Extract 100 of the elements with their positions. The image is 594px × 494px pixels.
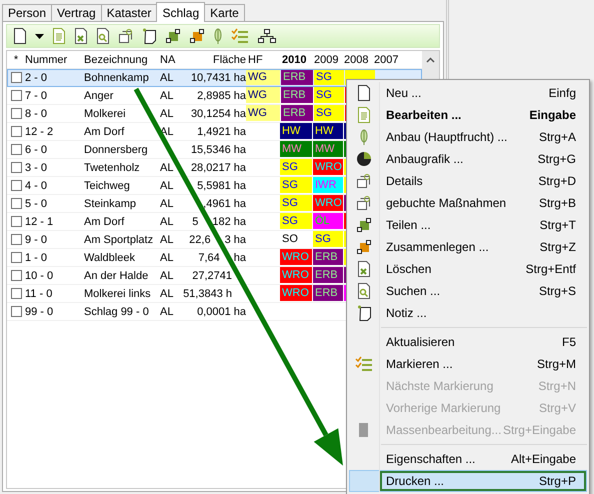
table-cell-text: AL: [160, 268, 174, 284]
new-document-icon[interactable]: [13, 28, 27, 44]
squares-icon[interactable]: [356, 217, 372, 233]
note-icon[interactable]: [356, 305, 372, 321]
table-cell-text: Schlag 99 - 0: [84, 304, 150, 320]
checkbox[interactable]: [10, 288, 22, 299]
checkbox[interactable]: [10, 144, 22, 155]
table-cell-text: AL: [160, 304, 174, 320]
table-cell-text: 28,0217 ha: [190, 160, 246, 176]
table-cell-text: 12 - 1: [25, 214, 54, 230]
squares-icon[interactable]: [189, 28, 205, 44]
window-icon[interactable]: [118, 28, 134, 44]
checkbox[interactable]: [10, 162, 22, 173]
crop-cell: WRO: [313, 195, 343, 211]
crop-cell: SG: [313, 231, 343, 247]
new-document-icon[interactable]: [357, 85, 371, 101]
checkbox[interactable]: [10, 108, 22, 119]
hierarchy-icon[interactable]: [257, 28, 277, 44]
caret-icon[interactable]: [35, 34, 44, 38]
checklist-icon[interactable]: [355, 356, 373, 372]
menu-item[interactable]: Markieren ... Strg+M: [349, 353, 587, 375]
plant-icon[interactable]: [359, 128, 369, 146]
crop-cell: SG: [280, 177, 312, 193]
column-header[interactable]: Fläche: [185, 51, 246, 68]
table-cell-text: An der Halde: [84, 268, 150, 284]
table-cell-text: Am Dorf: [84, 214, 126, 230]
table-cell-text: ,4961 ha: [202, 196, 246, 212]
table-cell-text: Am Sportplatz: [84, 232, 154, 248]
table-cell-text: AL: [160, 88, 174, 104]
column-header[interactable]: 2010: [280, 51, 312, 68]
checkbox[interactable]: [10, 216, 22, 227]
crop-cell: WG: [246, 105, 280, 121]
column-header[interactable]: 2009: [312, 51, 342, 68]
crop-cell: WG: [246, 87, 280, 103]
table-cell-text: 99 - 0: [25, 304, 54, 320]
table-cell-text: 3 - 0: [25, 160, 48, 176]
document-lines-icon[interactable]: [52, 28, 66, 44]
table-cell-text: AL: [160, 106, 174, 122]
table-cell-text: AL: [160, 160, 174, 176]
checkbox[interactable]: [10, 252, 22, 263]
table-cell-text: 5 182 ha: [191, 214, 246, 230]
table-cell-text: 4 - 0: [25, 178, 48, 194]
tab[interactable]: Karte: [204, 4, 245, 21]
crop-cell: ERB: [281, 69, 313, 85]
table-cell-text: Steinkamp: [84, 196, 137, 212]
table-cell-text: AL: [160, 178, 174, 194]
document-cross-icon[interactable]: [357, 261, 371, 277]
window-icon[interactable]: [356, 173, 372, 189]
pie-chart-icon[interactable]: [356, 151, 372, 167]
menu-item[interactable]: Drucken ... Strg+P: [349, 470, 587, 492]
table-cell-text: AL: [160, 196, 174, 212]
table-cell-text: Anger: [84, 88, 114, 104]
note-icon[interactable]: [142, 28, 157, 44]
table-cell-text: 11 - 0: [25, 286, 54, 302]
table-cell-text: AL: [160, 286, 174, 302]
checkbox[interactable]: [10, 198, 22, 209]
squares-icon[interactable]: [356, 239, 372, 255]
table-cell-text: 12 - 2: [25, 124, 54, 140]
menu-item[interactable]: Aktualisieren F5: [349, 331, 587, 353]
crop-cell: ERB: [313, 267, 343, 283]
scroll-up-icon[interactable]: [426, 57, 435, 63]
checkbox[interactable]: [10, 90, 22, 101]
table-row[interactable]: 2 - 0 Bohnenkamp AL 10,7431 ha WG ERB SG: [7, 69, 422, 87]
column-header[interactable]: Nummer: [25, 51, 84, 68]
checkbox[interactable]: [10, 234, 22, 245]
tab[interactable]: Vertrag: [51, 4, 102, 21]
document-search-icon[interactable]: [357, 283, 371, 299]
crop-cell: ERB: [281, 105, 313, 121]
column-header[interactable]: *: [7, 51, 25, 68]
column-header[interactable]: 2007: [372, 51, 402, 68]
crop-cell: HW: [280, 123, 312, 139]
column-header[interactable]: 2008: [342, 51, 372, 68]
crop-cell: HW: [313, 123, 343, 139]
document-cross-icon[interactable]: [74, 28, 88, 44]
column-header[interactable]: NA: [160, 51, 185, 68]
crop-cell: SG: [314, 69, 344, 85]
crop-cell: WG: [246, 69, 280, 85]
column-header[interactable]: HF: [246, 51, 280, 68]
crop-cell: WRO: [313, 159, 343, 175]
crop-cell: WRO: [280, 285, 312, 301]
plant-icon[interactable]: [213, 27, 223, 45]
table-cell-text: 8 - 0: [25, 106, 48, 122]
checkbox[interactable]: [10, 306, 22, 317]
column-header[interactable]: Bezeichnung: [84, 51, 160, 68]
checkbox[interactable]: [10, 72, 22, 83]
squares-icon[interactable]: [165, 28, 181, 44]
table-cell-text: 22,6 3 ha: [188, 232, 246, 248]
table-cell-text: Am Dorf: [84, 124, 126, 140]
table-cell-text: 7 - 0: [25, 88, 48, 104]
checkbox[interactable]: [10, 270, 22, 281]
tab[interactable]: Schlag: [156, 2, 206, 22]
document-search-icon[interactable]: [96, 28, 110, 44]
checkbox[interactable]: [10, 126, 22, 137]
checklist-icon[interactable]: [231, 28, 249, 44]
checkbox[interactable]: [10, 180, 22, 191]
document-lines-icon[interactable]: [357, 107, 371, 123]
menu-item[interactable]: Eigenschaften ... Alt+Eingabe: [349, 448, 587, 470]
table-cell-text: 9 - 0: [25, 232, 48, 248]
tab[interactable]: Person: [2, 4, 52, 21]
window-icon[interactable]: [356, 195, 372, 211]
